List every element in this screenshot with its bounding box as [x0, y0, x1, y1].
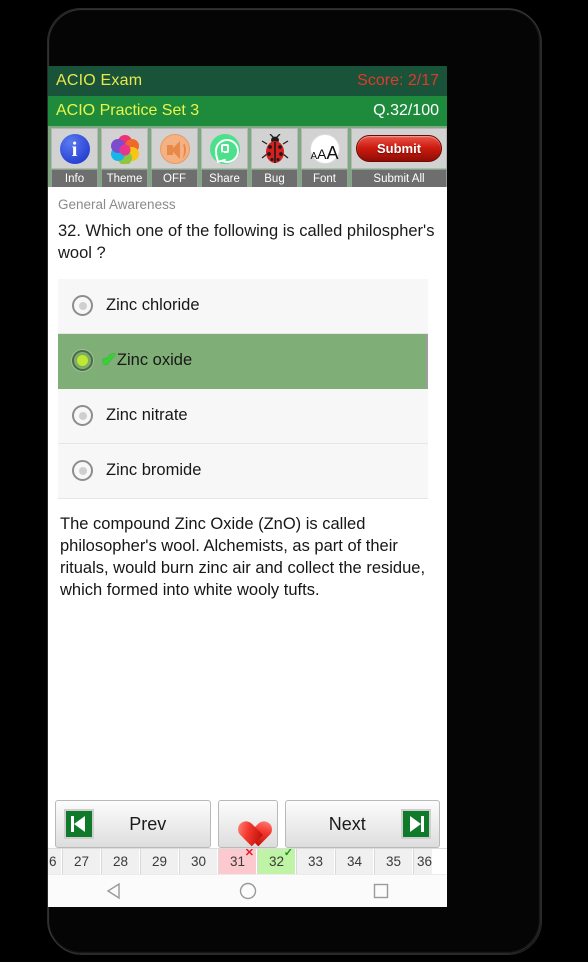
- practice-set-bar: ACIO Practice Set 3 Q.32/100: [48, 96, 447, 126]
- report-bug-button[interactable]: [251, 128, 298, 169]
- action-toolbar: i A A A Submit Info Theme OFF Share Bug …: [48, 126, 447, 187]
- whatsapp-share-icon: [209, 133, 240, 164]
- phone-screen: ACIO Exam Score: 2/17 ACIO Practice Set …: [48, 66, 447, 907]
- submit-button-label: Submit: [356, 135, 442, 162]
- question-cell[interactable]: 28: [101, 849, 140, 874]
- question-cell-number: 31: [229, 854, 246, 869]
- question-cell[interactable]: 27: [62, 849, 101, 874]
- font-size-button[interactable]: AAA: [301, 128, 348, 169]
- app-title: ACIO Exam: [56, 72, 143, 89]
- speaker-off-icon: [159, 133, 190, 164]
- recents-square-icon: [373, 883, 388, 899]
- question-cell[interactable]: 33: [296, 849, 335, 874]
- radio-button-2[interactable]: [72, 350, 93, 372]
- wrong-mark-icon: ✕: [244, 848, 254, 859]
- toolbar-label-row: Info Theme OFF Share Bug Font Submit All: [51, 170, 447, 187]
- question-cell-wrong[interactable]: ✕ 31: [218, 849, 257, 874]
- question-text: 32. Which one of the following is called…: [58, 222, 435, 262]
- option-row-4[interactable]: Zinc bromide: [58, 443, 428, 499]
- share-button[interactable]: [201, 128, 248, 169]
- question-cell-number: 32: [268, 854, 285, 869]
- question-cell-number: 27: [73, 854, 90, 869]
- option-row-2[interactable]: ✔ Zinc oxide: [58, 333, 428, 389]
- toolbar-label-font: Font: [301, 170, 348, 187]
- favourite-button[interactable]: [217, 800, 278, 848]
- score-label: Score: 2/17: [357, 72, 439, 89]
- sound-toggle-button[interactable]: [151, 128, 198, 169]
- next-question-button[interactable]: Next: [284, 800, 440, 848]
- nav-recents-button[interactable]: [346, 881, 416, 901]
- radio-button-3[interactable]: [72, 405, 93, 427]
- toolbar-label-bug: Bug: [251, 170, 298, 187]
- question-cell[interactable]: 34: [335, 849, 374, 874]
- prev-question-button[interactable]: Prev: [55, 800, 211, 848]
- options-list: Zinc chloride ✔ Zinc oxide Zinc nitrate …: [58, 278, 437, 499]
- radio-button-4[interactable]: [72, 460, 93, 482]
- toolbar-icon-row: i A A A Submit: [51, 128, 447, 169]
- nav-back-button[interactable]: [80, 881, 150, 901]
- skip-to-last-icon: [401, 809, 431, 839]
- toolbar-label-sound: OFF: [151, 170, 198, 187]
- question-cell-current[interactable]: ✓ 32: [257, 849, 296, 874]
- question-panel: General Awareness 32. Which one of the f…: [48, 187, 447, 697]
- toolbar-label-theme: Theme: [101, 170, 148, 187]
- question-cell[interactable]: 29: [140, 849, 179, 874]
- option-row-1[interactable]: Zinc chloride: [58, 278, 428, 334]
- toolbar-label-share: Share: [201, 170, 248, 187]
- info-button[interactable]: i: [51, 128, 98, 169]
- back-triangle-icon: [106, 882, 120, 900]
- option-label-3: Zinc nitrate: [106, 406, 188, 425]
- right-mark-icon: ✓: [283, 848, 293, 859]
- option-label-2: Zinc oxide: [116, 351, 193, 370]
- practice-set-title: ACIO Practice Set 3: [56, 102, 200, 119]
- app-title-bar: ACIO Exam Score: 2/17: [48, 66, 447, 96]
- home-circle-icon: [239, 882, 256, 900]
- question-cell-number: 33: [307, 854, 324, 869]
- question-cell[interactable]: 6: [48, 849, 62, 874]
- toolbar-label-info: Info: [51, 170, 98, 187]
- option-label-1: Zinc chloride: [106, 296, 200, 315]
- font-size-icon: AAA: [309, 133, 340, 164]
- question-cell-number: 35: [385, 854, 402, 869]
- info-icon: i: [59, 133, 90, 164]
- correct-check-icon: ✔: [101, 350, 117, 372]
- question-cell-number: 30: [190, 854, 207, 869]
- option-row-3[interactable]: Zinc nitrate: [58, 388, 428, 444]
- heart-icon: [233, 811, 263, 838]
- question-cell-number: 36: [417, 854, 433, 869]
- nav-home-button[interactable]: [213, 881, 283, 901]
- navigation-row: Prev Next: [48, 800, 447, 848]
- skip-to-first-icon: [64, 809, 94, 839]
- question-counter: Q.32/100: [373, 102, 439, 119]
- next-button-label: Next: [328, 813, 366, 834]
- theme-button[interactable]: [101, 128, 148, 169]
- explanation-text: The compound Zinc Oxide (ZnO) is called …: [60, 514, 426, 599]
- prev-button-label: Prev: [129, 813, 167, 834]
- question-cell-number: 34: [346, 854, 363, 869]
- theme-palette-icon: [110, 134, 140, 165]
- android-system-nav: [48, 874, 447, 907]
- question-cell-number: 28: [112, 854, 129, 869]
- question-number-strip[interactable]: 6 27 28 29 30 ✕ 31 ✓ 32 33 34 35 36: [48, 848, 447, 874]
- question-cell[interactable]: 30: [179, 849, 218, 874]
- radio-button-1[interactable]: [72, 295, 93, 317]
- subject-label: General Awareness: [58, 197, 176, 212]
- question-cell-number: 6: [49, 854, 57, 869]
- toolbar-label-submit-all: Submit All: [351, 170, 447, 187]
- question-cell[interactable]: 35: [374, 849, 413, 874]
- ladybug-icon: [261, 133, 289, 164]
- question-cell-number: 29: [151, 854, 168, 869]
- question-cell[interactable]: 36: [413, 849, 433, 874]
- submit-all-button[interactable]: Submit: [351, 128, 447, 169]
- option-label-4: Zinc bromide: [106, 461, 202, 480]
